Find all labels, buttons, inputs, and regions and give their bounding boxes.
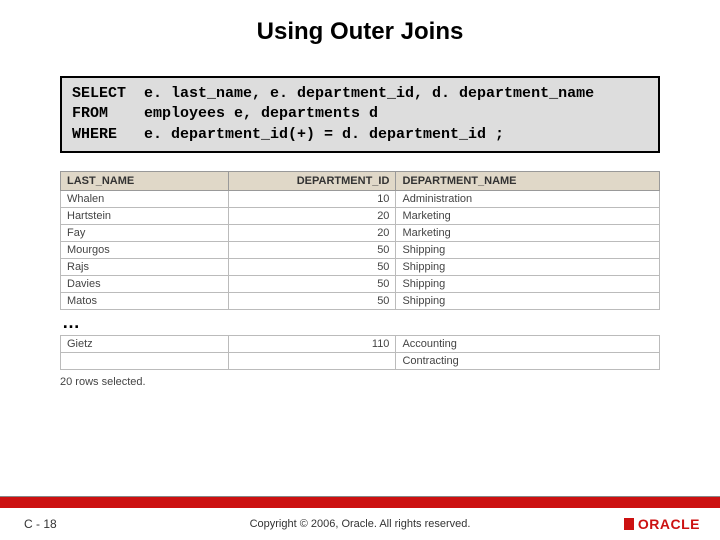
- result-area: LAST_NAME DEPARTMENT_ID DEPARTMENT_NAME …: [60, 171, 660, 388]
- result-table-top: LAST_NAME DEPARTMENT_ID DEPARTMENT_NAME …: [60, 171, 660, 310]
- cell-last-name: Matos: [61, 292, 229, 309]
- slide-title: Using Outer Joins: [0, 0, 720, 76]
- sql-select-line: SELECT e. last_name, e. department_id, d…: [72, 84, 648, 104]
- footer-red-bar: [0, 496, 720, 508]
- cell-last-name: Rajs: [61, 258, 229, 275]
- cell-dept-name: Shipping: [396, 275, 660, 292]
- sql-select-body: e. last_name, e. department_id, d. depar…: [144, 84, 594, 104]
- cell-last-name: Mourgos: [61, 241, 229, 258]
- sql-from-line: FROM employees e, departments d: [72, 104, 648, 124]
- table-row: Rajs 50 Shipping: [61, 258, 660, 275]
- table-row: Davies 50 Shipping: [61, 275, 660, 292]
- col-department-name: DEPARTMENT_NAME: [396, 171, 660, 190]
- cell-dept-name: Shipping: [396, 258, 660, 275]
- sql-keyword-where: WHERE: [72, 125, 144, 145]
- oracle-logo-text: ORACLE: [638, 516, 700, 532]
- table-row: Mourgos 50 Shipping: [61, 241, 660, 258]
- col-last-name: LAST_NAME: [61, 171, 229, 190]
- slide-footer: C - 18 Copyright © 2006, Oracle. All rig…: [0, 496, 720, 540]
- oracle-logo-icon: [624, 518, 634, 530]
- cell-dept-name: Marketing: [396, 207, 660, 224]
- cell-dept-id: 110: [228, 335, 396, 352]
- oracle-logo: ORACLE: [624, 516, 700, 532]
- row-count-text: 20 rows selected.: [60, 370, 660, 388]
- col-department-id: DEPARTMENT_ID: [228, 171, 396, 190]
- cell-last-name: Davies: [61, 275, 229, 292]
- cell-dept-name: Accounting: [396, 335, 660, 352]
- table-row: Hartstein 20 Marketing: [61, 207, 660, 224]
- table-row: Fay 20 Marketing: [61, 224, 660, 241]
- sql-keyword-from: FROM: [72, 104, 144, 124]
- sql-code-box: SELECT e. last_name, e. department_id, d…: [60, 76, 660, 153]
- cell-last-name: Fay: [61, 224, 229, 241]
- cell-dept-name: Shipping: [396, 292, 660, 309]
- cell-dept-name: Administration: [396, 190, 660, 207]
- cell-dept-id: 20: [228, 207, 396, 224]
- table-row: Matos 50 Shipping: [61, 292, 660, 309]
- cell-last-name: Gietz: [61, 335, 229, 352]
- result-table-bottom: Gietz 110 Accounting Contracting: [60, 335, 660, 370]
- table-row-highlighted: Contracting: [61, 352, 660, 369]
- cell-dept-id: 20: [228, 224, 396, 241]
- cell-dept-id: 50: [228, 275, 396, 292]
- table-row: Whalen 10 Administration: [61, 190, 660, 207]
- cell-dept-name: Contracting: [396, 352, 660, 369]
- footer-bar: C - 18 Copyright © 2006, Oracle. All rig…: [0, 508, 720, 540]
- cell-dept-id: 50: [228, 241, 396, 258]
- cell-dept-id: 50: [228, 258, 396, 275]
- sql-keyword-select: SELECT: [72, 84, 144, 104]
- page-number: C - 18: [24, 517, 57, 531]
- rows-ellipsis: …: [60, 310, 660, 335]
- table-row: Gietz 110 Accounting: [61, 335, 660, 352]
- copyright-text: Copyright © 2006, Oracle. All rights res…: [0, 518, 720, 530]
- cell-dept-name: Shipping: [396, 241, 660, 258]
- slide: Using Outer Joins SELECT e. last_name, e…: [0, 0, 720, 540]
- sql-where-body: e. department_id(+) = d. department_id ;: [144, 125, 504, 145]
- cell-last-name: Whalen: [61, 190, 229, 207]
- cell-dept-id: [228, 352, 396, 369]
- cell-last-name: Hartstein: [61, 207, 229, 224]
- sql-where-line: WHERE e. department_id(+) = d. departmen…: [72, 125, 648, 145]
- table-header-row: LAST_NAME DEPARTMENT_ID DEPARTMENT_NAME: [61, 171, 660, 190]
- cell-dept-id: 10: [228, 190, 396, 207]
- sql-from-body: employees e, departments d: [144, 104, 378, 124]
- cell-last-name: [61, 352, 229, 369]
- cell-dept-id: 50: [228, 292, 396, 309]
- cell-dept-name: Marketing: [396, 224, 660, 241]
